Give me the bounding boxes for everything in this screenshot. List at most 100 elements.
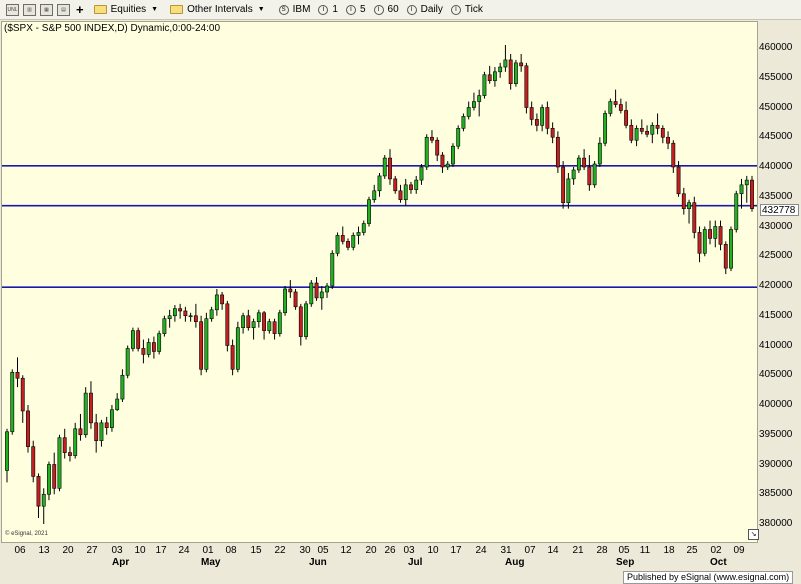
up-candle-body xyxy=(277,312,282,334)
candle xyxy=(15,357,20,388)
down-candle-body xyxy=(723,244,728,269)
down-candle-body xyxy=(178,308,183,312)
candle xyxy=(68,446,72,462)
candle xyxy=(388,149,392,185)
up-candle-body xyxy=(361,223,366,233)
down-candle-body xyxy=(68,452,72,456)
candle xyxy=(346,238,350,251)
up-candle-body xyxy=(739,184,744,195)
up-candle-body xyxy=(351,235,356,248)
up-candle-body xyxy=(445,163,450,168)
up-candle-body xyxy=(335,235,340,254)
candle xyxy=(718,220,723,251)
candle xyxy=(440,152,445,173)
candle xyxy=(618,98,623,114)
x-month-label: Aug xyxy=(505,557,525,568)
candle xyxy=(5,428,9,483)
x-month-label: Jun xyxy=(309,557,327,568)
down-candle-body xyxy=(487,74,492,82)
candle xyxy=(739,178,744,209)
candle xyxy=(157,330,162,355)
down-candle-body xyxy=(613,101,618,105)
up-candle-body xyxy=(167,315,172,320)
up-candle-body xyxy=(309,282,314,305)
down-candle-body xyxy=(293,291,298,308)
down-candle-body xyxy=(94,422,99,442)
candle xyxy=(571,167,576,185)
candle xyxy=(351,232,356,251)
up-candle-body xyxy=(482,74,487,96)
up-candle-body xyxy=(214,294,219,311)
candle xyxy=(20,375,25,423)
y-tick-label: 410000 xyxy=(759,339,793,351)
y-tick-label: 390000 xyxy=(759,458,793,470)
candle xyxy=(141,339,146,364)
down-candle-body xyxy=(618,104,623,111)
up-candle-body xyxy=(603,113,608,144)
down-candle-body xyxy=(62,437,67,453)
down-candle-body xyxy=(708,229,712,239)
up-candle-body xyxy=(330,252,335,287)
candle xyxy=(283,286,287,316)
candle xyxy=(335,232,340,257)
candle xyxy=(151,336,156,359)
up-candle-body xyxy=(41,493,46,507)
down-candle-body xyxy=(750,179,754,209)
up-candle-body xyxy=(204,318,209,370)
candle xyxy=(529,101,534,126)
up-candle-body xyxy=(267,321,272,331)
candle xyxy=(613,89,618,108)
candle xyxy=(645,125,649,138)
candle xyxy=(409,181,413,194)
down-candle-body xyxy=(141,348,146,355)
y-tick-label: 425000 xyxy=(759,250,793,262)
up-candle-body xyxy=(702,229,707,254)
candle xyxy=(582,149,587,170)
down-candle-body xyxy=(36,476,41,507)
candle xyxy=(482,71,487,99)
y-tick-label: 385000 xyxy=(759,488,793,500)
candle xyxy=(472,92,476,111)
candle xyxy=(597,137,602,167)
up-candle-body xyxy=(157,333,162,352)
down-candle-body xyxy=(20,377,25,412)
candle xyxy=(550,122,555,144)
candle xyxy=(183,306,188,322)
candle xyxy=(451,143,455,167)
down-candle-body xyxy=(660,128,665,138)
scroll-corner-icon[interactable]: ↘ xyxy=(748,529,759,540)
y-tick-label: 440000 xyxy=(759,161,793,172)
candle xyxy=(555,131,560,173)
up-candle-body xyxy=(566,178,571,203)
candle xyxy=(78,413,83,441)
candle xyxy=(251,318,256,340)
up-candle-body xyxy=(110,409,114,428)
down-candle-body xyxy=(225,303,230,346)
candle xyxy=(435,137,440,162)
up-candle-body xyxy=(130,330,135,349)
down-candle-body xyxy=(262,312,267,331)
candle xyxy=(57,434,62,492)
candle xyxy=(393,175,398,194)
down-candle-body xyxy=(26,410,30,447)
y-tick-label: 445000 xyxy=(759,131,793,143)
up-candle-body xyxy=(461,116,466,129)
candle xyxy=(99,419,104,447)
candle xyxy=(540,104,545,132)
down-candle-body xyxy=(681,193,686,209)
candle xyxy=(750,175,754,212)
down-candle-body xyxy=(655,125,660,129)
candle xyxy=(356,226,361,245)
up-candle-body xyxy=(73,428,78,456)
candle xyxy=(167,309,172,328)
down-candle-body xyxy=(388,157,392,180)
up-candle-body xyxy=(571,169,576,180)
candle xyxy=(319,286,324,310)
candle xyxy=(26,405,30,453)
up-candle-body xyxy=(576,157,581,171)
candle xyxy=(524,62,529,114)
down-candle-body xyxy=(676,166,681,195)
up-candle-body xyxy=(372,190,377,201)
y-tick-label: 435000 xyxy=(759,190,793,202)
chart-title: ($SPX - S&P 500 INDEX,D) Dynamic,0:00-24… xyxy=(4,23,221,34)
